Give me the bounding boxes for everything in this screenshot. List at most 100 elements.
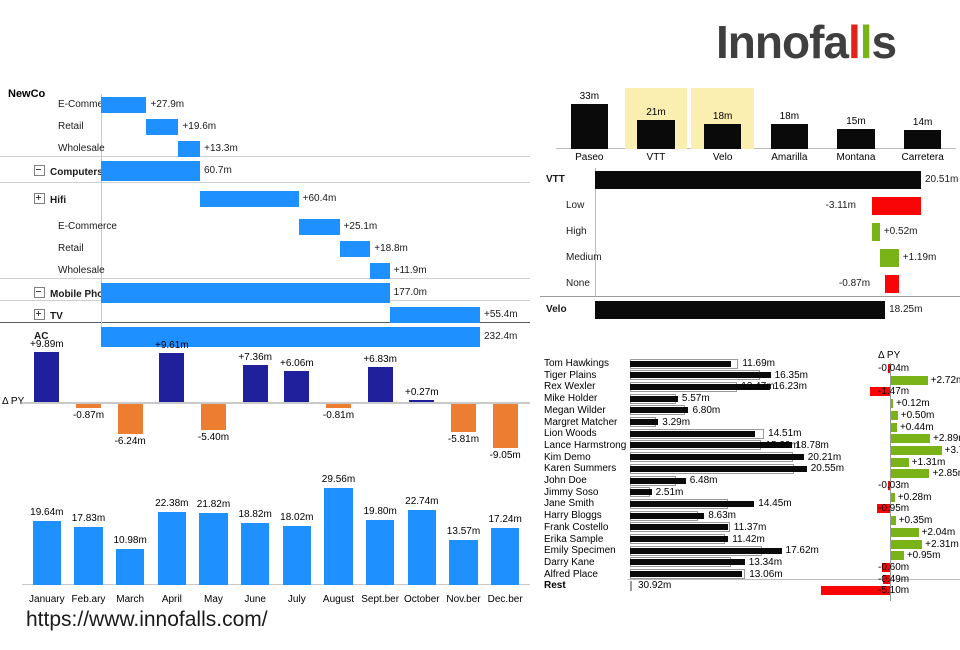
customer-name: Kim Demo: [544, 451, 591, 463]
actual-bar: [630, 524, 728, 531]
variance-value-label: -6.24m: [114, 436, 146, 448]
footer-url[interactable]: https://www.innofalls.com/: [26, 608, 268, 632]
customer-name: Lion Woods: [544, 428, 597, 440]
monthly-value-label: 18.02m: [280, 511, 314, 523]
column-category-label: Velo: [712, 152, 733, 163]
waterfall-row-label: Wholesale: [58, 265, 105, 276]
customer-name: Emily Specimen: [544, 545, 616, 557]
delta-py-header: Δ PY: [878, 350, 901, 361]
variance-value-label: -5.81m: [447, 434, 480, 446]
vtt-row-label: Velo: [546, 304, 567, 315]
vtt-value-label: -3.11m: [825, 200, 856, 211]
waterfall-row: E-Commerce +27.9m: [0, 94, 530, 116]
column-value-label: 18m: [712, 111, 733, 123]
expand-icon[interactable]: [34, 309, 45, 320]
vtt-bar: [884, 275, 899, 293]
variance-bar: [34, 352, 60, 402]
customer-name: Alfred Place: [544, 568, 598, 580]
customer-value-label: 14.51m: [768, 428, 802, 440]
monthly-value-label: 17.24m: [488, 514, 522, 526]
delta-py-value-label: -0.95m: [878, 503, 910, 515]
customer-value-label: 2.51m: [655, 486, 684, 498]
variance-value-label: +6.83m: [363, 354, 397, 366]
waterfall-row: TV +55.4m: [0, 304, 530, 326]
actual-bar: [630, 454, 804, 461]
vtt-waterfall-row: Velo 18.25m: [540, 298, 960, 322]
delta-py-variance-chart: Δ PY +9.89m -0.87m -6.24m +9.61m -5.40m +7.36…: [0, 339, 530, 461]
delta-py-bar: [891, 410, 898, 420]
monthly-value-label: 13.57m: [446, 526, 481, 538]
variance-value-label: -0.81m: [322, 409, 355, 421]
column-category-label: Paseo: [575, 152, 604, 163]
waterfall-bar: [101, 161, 200, 181]
waterfall-row: Wholesale +11.9m: [0, 260, 530, 282]
variance-bar: [409, 400, 435, 402]
expand-icon[interactable]: [34, 193, 45, 204]
waterfall-bar: [389, 307, 480, 323]
monthly-bar: [157, 511, 186, 585]
vtt-waterfall-row: Low -3.11m: [540, 194, 960, 218]
waterfall-bar: [298, 219, 340, 235]
actual-bar: [630, 547, 782, 554]
waterfall-label-text: Retail: [58, 121, 84, 132]
delta-py-value-label: -0.49m: [878, 573, 910, 585]
brand-wordmark: Innofalls: [716, 14, 948, 70]
customer-name: Erika Sample: [544, 533, 604, 545]
actual-bar: [630, 360, 731, 367]
monthly-bar: [199, 513, 228, 585]
collapse-icon[interactable]: [34, 287, 45, 298]
waterfall-label-text: E-Commerce: [58, 221, 117, 232]
waterfall-row-label: TV: [34, 309, 63, 322]
customer-name: Tom Hawkings: [544, 358, 610, 369]
customer-delta-py-column: Δ PY -0.04m +2.72m -1.47m+0.12m+0.50m+0.44…: [821, 350, 960, 608]
monthly-value-label: 17.83m: [71, 512, 106, 524]
waterfall-value-label: +25.1m: [343, 221, 378, 232]
column-baseline: [556, 148, 956, 149]
vtt-value-label: 20.51m: [925, 174, 959, 185]
waterfall-row: E-Commerce +25.1m: [0, 216, 530, 238]
variance-bar: [242, 364, 268, 402]
customer-name: Jimmy Soso: [544, 486, 599, 498]
monthly-bar: [74, 526, 103, 585]
vtt-waterfall-row: High +0.52m: [540, 220, 960, 244]
variance-bar: [367, 367, 393, 402]
customer-value-label: 5.57m: [681, 393, 710, 405]
waterfall-bar: [101, 97, 147, 113]
variance-bar: [284, 371, 310, 402]
delta-py-bar: [891, 492, 895, 502]
variance-bar: [159, 353, 185, 402]
variance-value-label: +6.06m: [280, 358, 314, 370]
actual-bar: [630, 430, 755, 437]
delta-py-value-label: +0.12m: [896, 398, 930, 410]
customer-name: Rest: [544, 580, 566, 592]
monthly-actuals-chart: 19.64m January 17.83m Feb.ary 10.98m March 22.…: [0, 462, 530, 607]
vtt-row-label: High: [566, 226, 587, 237]
delta-py-bar: [891, 434, 930, 444]
brand-name-part2: s: [871, 16, 898, 68]
customer-value-label: 11.42m: [732, 533, 765, 545]
column-value-label: 33m: [579, 91, 600, 102]
column-category-label: Carretera: [901, 152, 944, 163]
delta-py-value-label: +0.50m: [900, 409, 935, 421]
waterfall-label-text: Wholesale: [58, 143, 105, 154]
delta-py-bar: [891, 457, 909, 467]
monthly-value-label: 10.98m: [113, 534, 147, 546]
vtt-row-label: Low: [566, 200, 585, 211]
waterfall-value-label: +27.9m: [150, 99, 185, 110]
collapse-icon[interactable]: [34, 165, 45, 176]
waterfall-row-label: Wholesale: [58, 143, 105, 154]
variance-value-label: +9.61m: [155, 340, 189, 352]
delta-py-bar: [891, 399, 893, 409]
column-bar: [570, 104, 608, 149]
customer-name: Margret Matcher: [544, 416, 618, 428]
waterfall-row: Retail +18.8m: [0, 238, 530, 260]
monthly-bar: [366, 520, 395, 585]
customer-reference-label: 15.29m: [765, 439, 799, 451]
waterfall-label-text: Computers: [50, 167, 103, 178]
customer-value-label: 13.34m: [748, 556, 783, 568]
waterfall-bar: [339, 241, 371, 257]
waterfall-bar: [200, 191, 299, 207]
delta-py-value-label: +1.31m: [911, 456, 946, 468]
customer-name: Harry Bloggs: [544, 510, 602, 522]
monthly-bar: [282, 525, 311, 585]
